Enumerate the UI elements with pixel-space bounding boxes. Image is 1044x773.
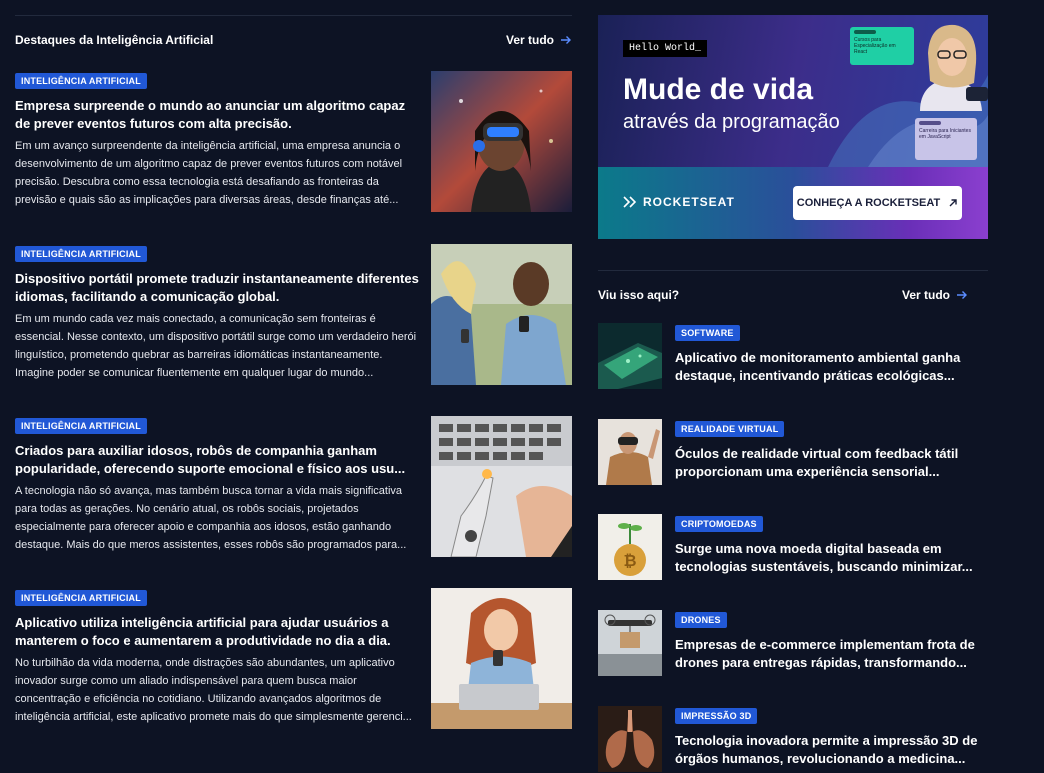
side-article-title[interactable]: Tecnologia inovadora permite a impressão… (675, 732, 988, 768)
article-title[interactable]: Aplicativo utiliza inteligência artifici… (15, 614, 420, 650)
play-icon (966, 87, 988, 101)
article-title[interactable]: Empresa surpreende o mundo ao anunciar u… (15, 97, 420, 133)
category-badge[interactable]: INTELIGÊNCIA ARTIFICIAL (15, 418, 147, 434)
side-thumbnail[interactable]: ₿ (598, 514, 662, 580)
category-badge[interactable]: DRONES (675, 612, 727, 628)
side-article[interactable]: SOFTWARE Aplicativo de monitoramento amb… (598, 323, 988, 389)
people-phones-photo (431, 244, 572, 385)
see-all-label: Ver tudo (901, 288, 950, 302)
side-article-title[interactable]: Aplicativo de monitoramento ambiental ga… (675, 349, 988, 385)
side-article-title[interactable]: Óculos de realidade virtual com feedback… (675, 445, 988, 481)
banner-top: Hello World_ Mude de vida através da pro… (598, 15, 988, 167)
article-title[interactable]: Criados para auxiliar idosos, robôs de c… (15, 442, 420, 478)
article-card[interactable]: INTELIGÊNCIA ARTIFICIAL Dispositivo port… (15, 244, 572, 385)
bitcoin-plant-photo: ₿ (598, 514, 662, 580)
side-thumbnail[interactable] (598, 706, 662, 772)
article-card[interactable]: INTELIGÊNCIA ARTIFICIAL Criados para aux… (15, 416, 572, 557)
external-arrow-icon (949, 199, 957, 207)
drone-delivery-photo (598, 610, 662, 676)
woman-laptop-photo (431, 588, 572, 729)
see-all-link[interactable]: Ver tudo (506, 33, 572, 47)
see-all-link[interactable]: Ver tudo (902, 288, 968, 302)
article-thumbnail[interactable] (431, 71, 572, 212)
card-text: Cursos para Especialização em React (854, 37, 896, 55)
article-card[interactable]: INTELIGÊNCIA ARTIFICIAL Empresa surpreen… (15, 71, 572, 212)
side-thumbnail[interactable] (598, 323, 662, 389)
section-header: Viu isso aqui? Ver tudo (598, 271, 968, 319)
rocketseat-logo-icon (623, 196, 637, 208)
category-badge[interactable]: SOFTWARE (675, 325, 740, 341)
side-article-title[interactable]: Empresas de e-commerce implementam frota… (675, 636, 988, 672)
article-thumbnail[interactable] (431, 416, 572, 557)
side-article[interactable]: REALIDADE VIRTUAL Óculos de realidade vi… (598, 419, 988, 485)
arrow-right-icon (561, 36, 571, 44)
side-article[interactable]: ₿ CRIPTOMOEDAS Surge uma nova moeda digi… (598, 514, 988, 580)
svg-text:₿: ₿ (623, 551, 636, 570)
article-description: A tecnologia não só avança, mas também b… (15, 485, 407, 551)
vr-man-photo (598, 419, 662, 485)
section-title: Viu isso aqui? (598, 288, 680, 302)
article-title[interactable]: Dispositivo portátil promete traduzir in… (15, 270, 420, 306)
hello-world-label: Hello World_ (623, 40, 708, 57)
side-article-title[interactable]: Surge uma nova moeda digital baseada em … (675, 540, 988, 576)
see-all-label: Ver tudo (505, 33, 554, 47)
card-text: Carreira para Iniciantes em JavaScript (919, 128, 971, 140)
article-card[interactable]: INTELIGÊNCIA ARTIFICIAL Aplicativo utili… (15, 588, 572, 729)
article-thumbnail[interactable] (431, 244, 572, 385)
category-badge[interactable]: INTELIGÊNCIA ARTIFICIAL (15, 246, 147, 262)
phone-map-photo (598, 323, 662, 389)
rocketseat-ad-banner[interactable]: Hello World_ Mude de vida através da pro… (598, 15, 988, 239)
article-description: Em um mundo cada vez mais conectado, a c… (15, 313, 417, 379)
brand-name: ROCKETSEAT (643, 195, 735, 209)
category-badge[interactable]: REALIDADE VIRTUAL (675, 421, 785, 437)
side-article[interactable]: IMPRESSÃO 3D Tecnologia inovadora permit… (598, 706, 988, 772)
side-article[interactable]: DRONES Empresas de e-commerce implementa… (598, 610, 988, 676)
banner-headline: Mude de vida (623, 73, 814, 106)
category-badge[interactable]: IMPRESSÃO 3D (675, 708, 758, 724)
category-badge[interactable]: INTELIGÊNCIA ARTIFICIAL (15, 73, 147, 89)
section-title: Destaques da Inteligência Artificial (15, 33, 214, 47)
course-card-javascript: Carreira para Iniciantes em JavaScript (915, 118, 977, 160)
cta-label: CONHEÇA A ROCKETSEAT (796, 197, 941, 209)
vr-headset-photo (431, 71, 572, 212)
arrow-right-icon (957, 291, 967, 299)
article-description: No turbilhão da vida moderna, onde distr… (15, 657, 412, 723)
banner-subheadline: através da programação (623, 111, 840, 133)
article-description: Em um avanço surpreendente da inteligênc… (15, 140, 403, 206)
rocketseat-logo: ROCKETSEAT (623, 195, 735, 209)
category-badge[interactable]: CRIPTOMOEDAS (675, 516, 763, 532)
main-highlights-section: Destaques da Inteligência Artificial Ver… (15, 15, 572, 729)
sidebar-column: Hello World_ Mude de vida através da pro… (598, 15, 988, 772)
lungs-3d-photo (598, 706, 662, 772)
robot-keyboard-photo (431, 416, 572, 557)
cta-button[interactable]: CONHEÇA A ROCKETSEAT (793, 186, 962, 220)
side-thumbnail[interactable] (598, 610, 662, 676)
side-thumbnail[interactable] (598, 419, 662, 485)
category-badge[interactable]: INTELIGÊNCIA ARTIFICIAL (15, 590, 147, 606)
section-header: Destaques da Inteligência Artificial Ver… (15, 16, 572, 64)
course-card-react: Cursos para Especialização em React (850, 27, 914, 65)
article-thumbnail[interactable] (431, 588, 572, 729)
